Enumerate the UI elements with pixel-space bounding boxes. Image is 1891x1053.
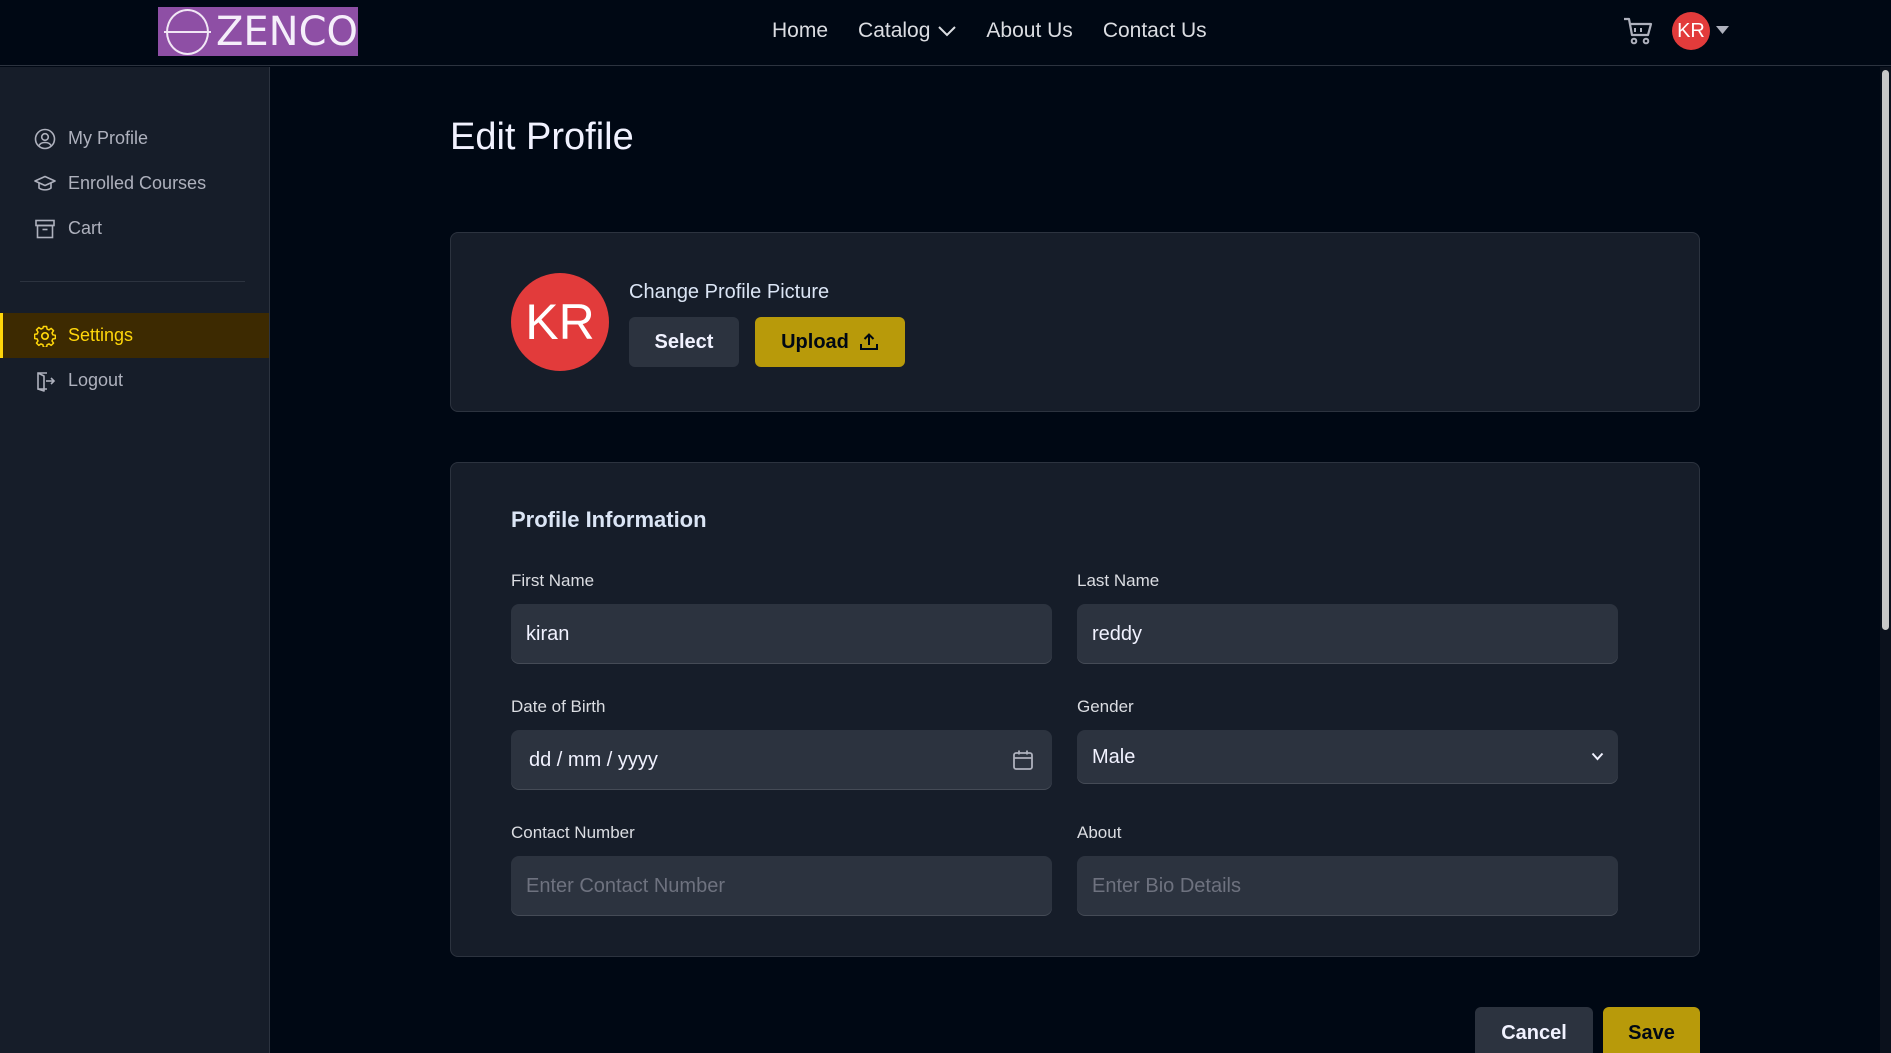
gender-label: Gender [1077,697,1134,716]
gender-value: Male [1092,745,1136,768]
logout-icon [37,371,56,392]
first-name-field[interactable] [511,604,1052,664]
logo-mark-icon [164,8,211,55]
contact-number-field[interactable] [511,856,1052,916]
nav-link-contact[interactable]: Contact Us [1103,19,1207,43]
last-name-field[interactable] [1077,604,1618,664]
sidebar-item-label: Settings [68,325,134,345]
archive-box-icon [35,219,55,238]
scrollbar-thumb[interactable] [1882,70,1889,630]
contact-number-label: Contact Number [511,823,635,842]
sidebar-item-settings[interactable]: Settings [0,313,269,358]
profile-information-card: Profile Information First Name Last Name… [450,462,1700,957]
sidebar-item-label: Enrolled Courses [68,173,207,193]
select-button[interactable]: Select [629,317,739,367]
logo-text: ZENCO [215,8,358,55]
sidebar-item-label: My Profile [68,128,149,148]
sidebar-item-logout[interactable]: Logout [0,358,269,403]
main-nav: Home Catalog About Us Contact Us [772,0,1237,62]
sidebar-item-label: Logout [68,370,124,390]
graduation-cap-icon [34,175,56,191]
section-title: Profile Information [511,507,707,532]
user-avatar[interactable]: KR [1672,12,1710,50]
gender-select[interactable]: Male [1077,730,1618,784]
nav-link-about[interactable]: About Us [986,19,1072,43]
save-button[interactable]: Save [1603,1007,1700,1053]
chevron-down-icon [1591,752,1604,761]
first-name-label: First Name [511,571,595,590]
upload-button-label: Upload [781,330,849,353]
cancel-button[interactable]: Cancel [1475,1007,1593,1053]
dob-label: Date of Birth [511,697,606,716]
dob-value: dd / mm / yyyy [529,748,658,771]
nav-link-catalog-label: Catalog [858,19,931,42]
chevron-down-icon [938,25,957,36]
page-title: Edit Profile [450,116,634,158]
profile-avatar: KR [511,273,609,371]
caret-down-icon[interactable] [1716,26,1729,34]
sidebar-item-enrolled-courses[interactable]: Enrolled Courses [0,161,269,206]
gear-icon [34,325,56,347]
sidebar: My Profile Enrolled Courses Cart Setting… [0,67,270,1053]
profile-picture-card: KR Change Profile Picture Select Upload [450,232,1700,412]
upload-button[interactable]: Upload [755,317,905,367]
nav-link-home[interactable]: Home [772,19,828,43]
sidebar-divider [20,281,245,282]
top-navbar: ZENCO Home Catalog About Us Contact Us K… [0,0,1891,66]
upload-icon [859,333,878,350]
change-picture-label: Change Profile Picture [629,281,830,303]
user-circle-icon [34,128,56,149]
scrollbar[interactable] [1880,67,1891,1053]
nav-link-catalog[interactable]: Catalog [858,19,957,43]
sidebar-item-cart[interactable]: Cart [0,206,269,251]
about-label: About [1077,823,1122,842]
sidebar-item-my-profile[interactable]: My Profile [0,116,269,161]
about-field[interactable] [1077,856,1618,916]
last-name-label: Last Name [1077,571,1160,590]
calendar-icon[interactable] [1012,749,1034,771]
dob-field[interactable]: dd / mm / yyyy [511,730,1052,790]
sidebar-item-label: Cart [68,218,103,238]
brand-logo[interactable]: ZENCO [158,7,358,56]
cart-icon[interactable] [1622,16,1654,46]
